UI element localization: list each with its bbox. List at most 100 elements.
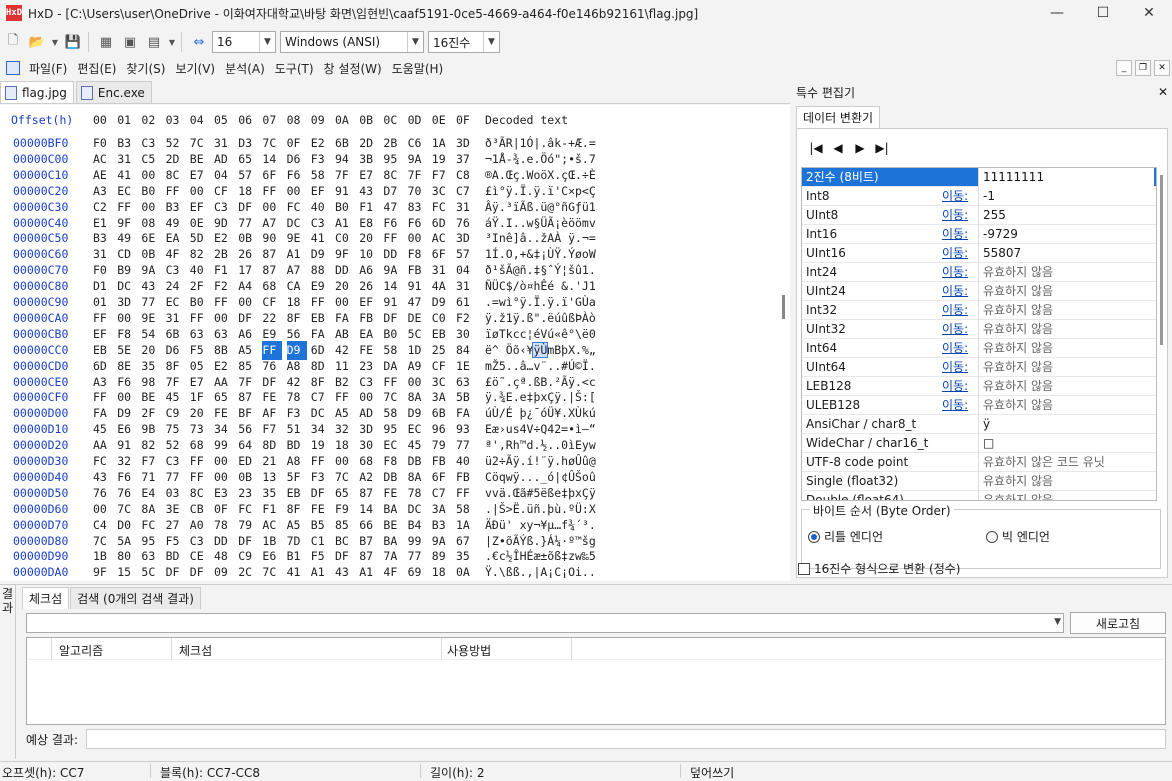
hex-byte[interactable]: 0A <box>456 563 476 581</box>
big-endian-radio[interactable]: 빅 엔디언 <box>986 528 1050 545</box>
inspector-value[interactable]: □ <box>978 434 1154 453</box>
hex-byte[interactable]: 5C <box>141 563 161 581</box>
inspector-value[interactable]: 유효하지 않은 코드 유닛 <box>978 453 1154 472</box>
inspector-row[interactable]: WideChar / char16_t □ <box>802 434 1156 453</box>
mdi-minimize-button[interactable]: _ <box>1116 60 1132 76</box>
close-icon[interactable]: ✕ <box>1158 85 1168 99</box>
inspector-row[interactable]: Single (float32) 유효하지 않음 <box>802 472 1156 491</box>
process-icon[interactable]: ▤ <box>143 31 165 53</box>
hex-byte[interactable]: 09 <box>214 563 234 581</box>
scrollbar-thumb[interactable] <box>782 295 785 319</box>
refresh-button[interactable]: 새로고침 <box>1070 612 1166 634</box>
hex-byte[interactable]: 9F <box>93 563 113 581</box>
hex-byte[interactable]: 43 <box>335 563 355 581</box>
inspector-row[interactable]: Int24 이동: 유효하지 않음 <box>802 263 1156 282</box>
menu-file[interactable]: 파일(F) <box>24 60 72 77</box>
hex-byte[interactable]: 2C <box>238 563 258 581</box>
menu-window[interactable]: 창 설정(W) <box>319 60 387 77</box>
hex-byte[interactable]: 69 <box>408 563 428 581</box>
hex-editor-view[interactable]: Offset(h) Decoded text 00 01 02 03 04 05 06 07 0… <box>0 105 780 581</box>
goto-link[interactable]: 이동: <box>942 244 968 262</box>
column-usage[interactable]: 사용방법 <box>447 642 491 659</box>
inspector-row[interactable]: Double (float64) 유효하지 않음 <box>802 491 1156 500</box>
menu-tools[interactable]: 도구(T) <box>270 60 319 77</box>
more-dropdown-icon[interactable]: ▼ <box>167 31 177 53</box>
disk-icon[interactable]: ▣ <box>119 31 141 53</box>
previous-icon[interactable]: ◀ <box>827 139 849 157</box>
inspector-value[interactable]: 유효하지 않음 <box>978 301 1154 320</box>
inspector-row[interactable]: 2진수 (8비트) 11111111 <box>802 168 1156 187</box>
hex-byte[interactable]: 15 <box>117 563 137 581</box>
inspector-row[interactable]: UInt16 이동: 55807 <box>802 244 1156 263</box>
decoded-text[interactable]: Ÿ.\ßß.,|A¡C¡Oi.. <box>485 563 596 581</box>
tab-flag-jpg[interactable]: flag.jpg <box>0 81 74 103</box>
hex-byte[interactable]: 4F <box>383 563 403 581</box>
bytes-per-row-select[interactable]: 16 ▼ <box>212 31 276 53</box>
inspector-value[interactable]: -9729 <box>978 225 1154 244</box>
algorithm-select[interactable]: ▼ <box>26 613 1064 633</box>
new-file-icon[interactable]: 🗋 <box>2 31 24 53</box>
first-icon[interactable]: |◀ <box>805 139 827 157</box>
hex-byte[interactable]: 18 <box>432 563 452 581</box>
inspector-value[interactable]: 55807 <box>978 244 1154 263</box>
inspector-value[interactable]: 유효하지 않음 <box>978 491 1154 500</box>
expected-result-input[interactable] <box>86 729 1166 749</box>
open-file-icon[interactable]: 📂 <box>26 31 48 53</box>
tab-search-results[interactable]: 검색 (0개의 검색 결과) <box>70 587 201 609</box>
hex-byte[interactable]: DF <box>166 563 186 581</box>
hex-byte[interactable]: A1 <box>311 563 331 581</box>
goto-link[interactable]: 이동: <box>942 301 968 319</box>
hex-byte[interactable]: DF <box>190 563 210 581</box>
document-icon[interactable] <box>6 61 20 75</box>
tab-checksum[interactable]: 체크섬 <box>22 587 70 609</box>
maximize-button[interactable]: ☐ <box>1080 0 1126 26</box>
menu-edit[interactable]: 편집(E) <box>72 60 121 77</box>
inspector-row[interactable]: Int8 이동: -1 <box>802 187 1156 206</box>
close-button[interactable]: ✕ <box>1126 0 1172 26</box>
inspector-row[interactable]: UTF-8 code point 유효하지 않은 코드 유닛 <box>802 453 1156 472</box>
tab-enc-exe[interactable]: Enc.exe <box>75 81 152 103</box>
goto-link[interactable]: 이동: <box>942 377 968 395</box>
hex-byte[interactable]: 41 <box>287 563 307 581</box>
charset-select[interactable]: Windows (ANSI) ▼ <box>280 31 424 53</box>
inspector-row[interactable]: UInt64 이동: 유효하지 않음 <box>802 358 1156 377</box>
offset-base-select[interactable]: 16진수 ▼ <box>428 31 500 53</box>
inspector-value[interactable]: ÿ <box>978 415 1154 434</box>
inspector-value[interactable]: 255 <box>978 206 1154 225</box>
inspector-value[interactable]: 유효하지 않음 <box>978 263 1154 282</box>
hex-scrollbar[interactable] <box>780 105 790 581</box>
inspector-row[interactable]: AnsiChar / char8_t ÿ <box>802 415 1156 434</box>
goto-link[interactable]: 이동: <box>942 282 968 300</box>
inspector-row[interactable]: UInt24 이동: 유효하지 않음 <box>802 282 1156 301</box>
inspector-value[interactable]: -1 <box>978 187 1154 206</box>
checksum-grid[interactable]: 알고리즘 체크섬 사용방법 <box>26 637 1166 725</box>
inspector-value[interactable]: 유효하지 않음 <box>978 396 1154 415</box>
goto-link[interactable]: 이동: <box>942 187 968 205</box>
inspector-row[interactable]: Int16 이동: -9729 <box>802 225 1156 244</box>
inspector-row[interactable]: ULEB128 이동: 유효하지 않음 <box>802 396 1156 415</box>
minimize-button[interactable]: — <box>1034 0 1080 26</box>
inspector-value[interactable]: 유효하지 않음 <box>978 377 1154 396</box>
hex-byte[interactable]: A1 <box>359 563 379 581</box>
inspector-row[interactable]: UInt8 이동: 255 <box>802 206 1156 225</box>
inspector-scrollbar[interactable] <box>1157 167 1165 501</box>
save-icon[interactable]: 💾 <box>62 31 84 53</box>
column-algorithm[interactable]: 알고리즘 <box>59 642 103 659</box>
menu-help[interactable]: 도움말(H) <box>387 60 449 77</box>
hex-byte[interactable]: 7C <box>262 563 282 581</box>
mdi-close-button[interactable]: ✕ <box>1154 60 1170 76</box>
next-icon[interactable]: ▶ <box>849 139 871 157</box>
menu-view[interactable]: 보기(V) <box>170 60 220 77</box>
inspector-row[interactable]: UInt32 이동: 유효하지 않음 <box>802 320 1156 339</box>
tab-data-inspector[interactable]: 데이터 변환기 <box>796 106 881 128</box>
goto-link[interactable]: 이동: <box>942 263 968 281</box>
last-icon[interactable]: ▶| <box>871 139 893 157</box>
inspector-value[interactable]: 유효하지 않음 <box>978 358 1154 377</box>
goto-link[interactable]: 이동: <box>942 320 968 338</box>
goto-link[interactable]: 이동: <box>942 206 968 224</box>
inspector-row[interactable]: Int64 이동: 유효하지 않음 <box>802 339 1156 358</box>
inspector-value[interactable]: 유효하지 않음 <box>978 472 1154 491</box>
goto-link[interactable]: 이동: <box>942 358 968 376</box>
goto-link[interactable]: 이동: <box>942 339 968 357</box>
mdi-restore-button[interactable]: ❐ <box>1135 60 1151 76</box>
